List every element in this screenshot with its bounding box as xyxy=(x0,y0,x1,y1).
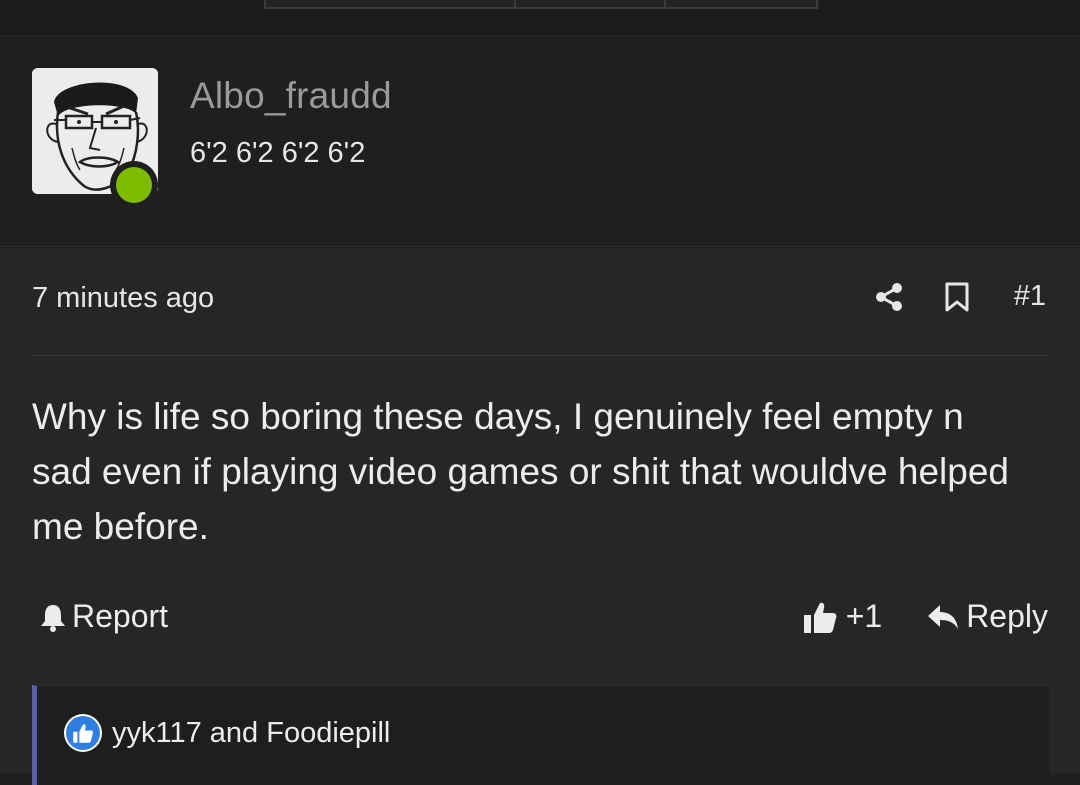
post-number-link[interactable]: #1 xyxy=(1014,280,1046,313)
pagination-tab[interactable] xyxy=(516,0,666,9)
like-count: +1 xyxy=(845,598,883,634)
pagination-tab[interactable] xyxy=(666,0,818,9)
bell-icon xyxy=(41,604,65,632)
reaction-controls: +1 Reply xyxy=(802,598,1048,635)
likes-summary-content[interactable]: yyk117 and Foodiepill xyxy=(64,714,390,752)
bookmark-icon[interactable] xyxy=(944,282,970,312)
likes-names[interactable]: yyk117 and Foodiepill xyxy=(112,717,390,750)
reply-arrow-icon xyxy=(928,604,959,629)
likes-summary: yyk117 and Foodiepill xyxy=(32,685,1049,785)
post-message: Why is life so boring these days, I genu… xyxy=(32,396,1009,547)
top-pagination-strip xyxy=(0,0,1080,36)
share-icon[interactable] xyxy=(874,282,904,312)
thumbs-up-icon xyxy=(803,602,837,633)
like-badge-icon xyxy=(64,714,102,752)
post-meta-actions: #1 xyxy=(874,280,1046,313)
post-timestamp[interactable]: 7 minutes ago xyxy=(32,282,214,315)
post-body: 7 minutes ago #1 Why is life so boring t… xyxy=(0,248,1080,785)
post-user-header: Albo_fraudd 6'2 6'2 6'2 6'2 xyxy=(0,37,1080,285)
user-title: 6'2 6'2 6'2 6'2 xyxy=(190,137,366,169)
username[interactable]: Albo_fraudd xyxy=(190,75,392,117)
pagination-tabs xyxy=(264,0,818,9)
report-button[interactable]: Report xyxy=(38,598,168,635)
pagination-tab[interactable] xyxy=(264,0,516,9)
reply-label: Reply xyxy=(966,598,1048,634)
online-dot xyxy=(116,167,152,203)
online-status-indicator xyxy=(110,161,158,209)
report-label: Report xyxy=(72,598,169,634)
reply-button[interactable]: Reply xyxy=(926,598,1048,635)
like-button[interactable]: +1 xyxy=(802,598,882,635)
divider xyxy=(32,355,1049,356)
post-action-bar: Report +1 Reply xyxy=(32,593,1048,641)
